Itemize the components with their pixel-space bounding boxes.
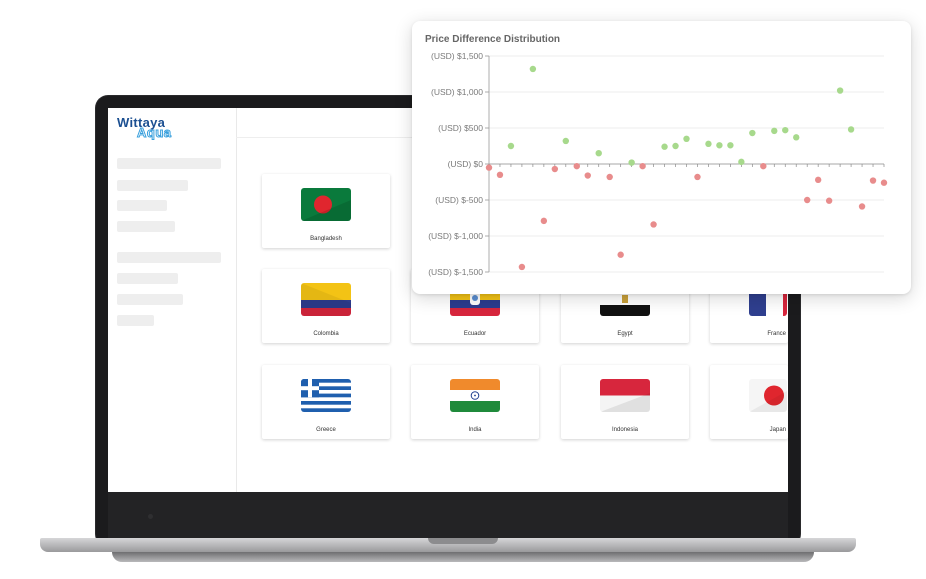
- sidebar-item-placeholder[interactable]: [117, 315, 154, 326]
- country-name: Colombia: [313, 331, 339, 337]
- y-tick-label: (USD) $-1,500: [428, 267, 483, 277]
- sidebar-item-placeholder[interactable]: [117, 200, 167, 211]
- country-card-colombia[interactable]: Colombia: [262, 269, 390, 343]
- scatter-chart: (USD) $1,500 (USD) $1,000 (USD) $500 (USD) …: [428, 51, 888, 277]
- data-point[interactable]: [661, 143, 668, 150]
- data-point[interactable]: [606, 173, 613, 181]
- data-point[interactable]: [705, 140, 712, 148]
- sidebar-item-placeholder[interactable]: [117, 221, 175, 232]
- data-point[interactable]: [716, 142, 723, 149]
- data-point[interactable]: [650, 221, 657, 228]
- data-point[interactable]: [672, 142, 679, 150]
- sidebar-item-placeholder[interactable]: [117, 294, 183, 305]
- country-name: Japan: [769, 427, 786, 433]
- data-point[interactable]: [562, 137, 570, 145]
- data-point[interactable]: [694, 173, 701, 181]
- data-point[interactable]: [738, 158, 745, 166]
- bangladesh-flag-icon: [301, 188, 351, 221]
- y-tick-label: (USD) $-1,000: [428, 231, 483, 241]
- laptop-base-shadow: [112, 552, 814, 562]
- india-flag-icon: [450, 379, 500, 412]
- country-card-bangladesh[interactable]: Bangladesh: [262, 174, 390, 248]
- data-point[interactable]: [485, 164, 493, 171]
- data-point[interactable]: [584, 172, 591, 179]
- y-tick-label: (USD) $-500: [435, 195, 483, 205]
- data-point[interactable]: [507, 142, 515, 150]
- y-tick-label: (USD) $1,000: [431, 87, 483, 97]
- price-difference-chart-card: Price Difference Distribution (USD) $1,5…: [412, 21, 911, 294]
- y-tick-label: (USD) $0: [448, 159, 484, 169]
- country-name: India: [468, 427, 482, 433]
- data-point[interactable]: [551, 165, 559, 173]
- country-card-india[interactable]: India: [411, 365, 539, 439]
- data-point[interactable]: [880, 179, 888, 186]
- country-name: Bangladesh: [310, 236, 342, 242]
- japan-flag-icon: [749, 379, 787, 412]
- data-point[interactable]: [749, 129, 756, 137]
- country-name: Greece: [316, 427, 336, 433]
- y-tick-label: (USD) $1,500: [431, 51, 483, 61]
- laptop-bezel: [108, 492, 788, 538]
- country-name: France: [767, 331, 786, 337]
- data-point[interactable]: [496, 171, 504, 178]
- data-point[interactable]: [595, 150, 602, 157]
- data-point[interactable]: [628, 159, 635, 166]
- greece-flag-icon: [301, 379, 351, 412]
- data-point[interactable]: [529, 65, 537, 73]
- data-point[interactable]: [803, 196, 811, 204]
- sidebar-item-placeholder[interactable]: [117, 252, 221, 263]
- data-point[interactable]: [825, 197, 833, 204]
- data-point[interactable]: [869, 177, 877, 184]
- country-name: Indonesia: [611, 427, 639, 433]
- logo-text-bottom: Aqua: [137, 125, 172, 140]
- laptop-notch: [428, 538, 498, 544]
- data-point[interactable]: [782, 126, 789, 134]
- data-point[interactable]: [683, 135, 690, 142]
- country-card-japan[interactable]: Japan: [710, 365, 788, 439]
- data-point[interactable]: [518, 263, 526, 271]
- country-name: Ecuador: [463, 331, 487, 337]
- sidebar-item-placeholder[interactable]: [117, 273, 178, 284]
- data-point[interactable]: [573, 162, 580, 170]
- data-point[interactable]: [836, 87, 844, 94]
- data-point[interactable]: [617, 251, 624, 258]
- app-logo[interactable]: Wittaya Aqua: [117, 116, 172, 140]
- data-point[interactable]: [793, 134, 800, 141]
- data-point[interactable]: [858, 203, 866, 210]
- data-point[interactable]: [771, 127, 778, 135]
- y-tick-label: (USD) $500: [438, 123, 483, 133]
- sidebar-item-placeholder[interactable]: [117, 158, 221, 169]
- data-point[interactable]: [639, 162, 646, 170]
- country-name: Egypt: [617, 331, 633, 337]
- colombia-flag-icon: [301, 283, 351, 316]
- country-card-greece[interactable]: Greece: [262, 365, 390, 439]
- data-point[interactable]: [727, 142, 734, 149]
- country-card-indonesia[interactable]: Indonesia: [561, 365, 689, 439]
- data-point[interactable]: [760, 162, 767, 170]
- camera-icon: [148, 514, 153, 519]
- sidebar: Wittaya Aqua: [108, 108, 237, 492]
- data-point[interactable]: [847, 126, 855, 133]
- sidebar-item-placeholder[interactable]: [117, 180, 188, 191]
- indonesia-flag-icon: [600, 379, 650, 412]
- data-point[interactable]: [540, 217, 548, 225]
- data-point[interactable]: [814, 176, 822, 184]
